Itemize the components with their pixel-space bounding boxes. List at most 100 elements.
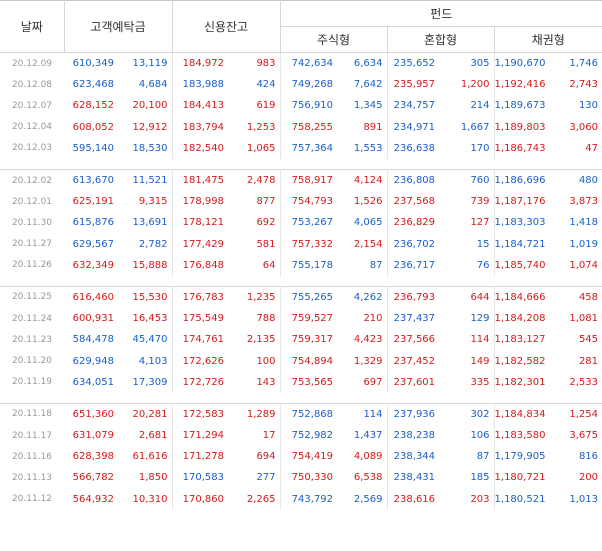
- mixed-change: 15: [439, 233, 495, 255]
- bond-change: 1,013: [569, 493, 599, 505]
- credit-change: 2,135: [228, 329, 281, 351]
- credit-change: 100: [228, 350, 281, 372]
- row-date: 20.11.17: [11, 430, 53, 441]
- group-spacer: [0, 393, 602, 404]
- bond-change: 1,254: [549, 402, 602, 425]
- stock-value: 742,634: [280, 52, 338, 75]
- credit-change: 17: [228, 425, 281, 447]
- credit-value: 177,429: [182, 238, 225, 250]
- bond-change: 458: [549, 285, 602, 309]
- row-date: 20.11.23: [11, 334, 53, 345]
- deposit-change: 4,684: [118, 74, 173, 96]
- mixed-change: 644: [439, 285, 495, 309]
- deposit-change: 17,309: [118, 371, 173, 393]
- stock-value: 757,364: [291, 142, 334, 154]
- row-date: 20.11.27: [11, 239, 53, 250]
- deposit-value: 564,932: [72, 493, 114, 505]
- table-row: 20.11.17 631,079 2,681 171,294 17 752,982 1,43…: [0, 425, 602, 447]
- mixed-value: 237,437: [393, 313, 436, 325]
- stock-change: 1,329: [337, 350, 388, 372]
- table-row: 20.12.07 628,152 20,100 184,413 619 756,910 1,…: [0, 95, 602, 117]
- stock-value: 758,255: [291, 121, 334, 133]
- row-date: 20.11.13: [11, 472, 53, 483]
- bond-change: 2,533: [569, 376, 599, 388]
- mixed-value: 234,757: [393, 100, 436, 112]
- table-row: 20.11.26 632,349 15,888 176,848 64 755,178 87 2…: [0, 254, 602, 276]
- credit-value: 172,583: [172, 402, 229, 425]
- bond-change: 545: [578, 334, 599, 346]
- deposit-change: 45,470: [118, 329, 173, 351]
- bond-change: 1,746: [549, 52, 602, 75]
- mixed-change: 149: [439, 350, 495, 372]
- bond-value: 1,187,176: [494, 196, 546, 208]
- deposit-value: 615,876: [72, 217, 114, 229]
- row-date: 20.11.18: [0, 402, 64, 425]
- mixed-value: 236,702: [393, 238, 436, 250]
- stock-change: 2,569: [337, 488, 388, 510]
- table-row: 20.12.04 608,052 12,912 183,794 1,253 758,255…: [0, 116, 602, 138]
- bond-change: 3,873: [569, 196, 599, 208]
- stock-value: 749,268: [291, 79, 334, 91]
- deposit-change: 2,782: [118, 233, 173, 255]
- mixed-value: 236,638: [393, 142, 436, 154]
- deposit-value: 629,567: [72, 238, 114, 250]
- table-row: 20.11.24 600,931 16,453 175,549 788 759,527 21…: [0, 308, 602, 330]
- header-credit-balance: 신용잔고: [172, 0, 281, 53]
- mixed-value: 235,957: [393, 79, 436, 91]
- stock-change: 6,634: [337, 52, 388, 75]
- bond-value: 1,192,416: [494, 79, 546, 91]
- mixed-value: 237,452: [393, 355, 436, 367]
- mixed-change: 170: [439, 137, 495, 159]
- credit-change: 1,065: [228, 137, 281, 159]
- bond-value: 1,180,721: [494, 472, 546, 484]
- bond-value: 1,183,580: [494, 430, 546, 442]
- deposit-value: 651,360: [64, 402, 118, 425]
- table-row: 20.11.13 566,782 1,850 170,583 277 750,330 6,5…: [0, 467, 602, 489]
- header-customer-deposit: 고객예탁금: [64, 0, 173, 53]
- mixed-change: 127: [439, 212, 495, 234]
- mixed-value: 237,936: [387, 402, 440, 425]
- bond-change: 3,675: [569, 430, 599, 442]
- deposit-value: 566,782: [72, 472, 114, 484]
- mixed-value: 236,808: [387, 168, 440, 192]
- mixed-change: 1,667: [439, 116, 495, 138]
- row-date: 20.12.02: [0, 168, 64, 192]
- bond-change: 200: [578, 472, 599, 484]
- credit-value: 176,783: [172, 285, 229, 309]
- mixed-change: 1,200: [439, 74, 495, 96]
- deposit-value: 632,349: [72, 259, 114, 271]
- deposit-value: 608,052: [72, 121, 114, 133]
- deposit-value: 584,478: [72, 334, 114, 346]
- credit-change: 424: [228, 74, 281, 96]
- stock-change: 4,423: [337, 329, 388, 351]
- bond-change: 1,081: [569, 313, 599, 325]
- stock-change: 4,262: [337, 285, 388, 309]
- stock-change: 6,538: [337, 467, 388, 489]
- credit-change: 277: [228, 467, 281, 489]
- stock-value: 755,265: [280, 285, 338, 309]
- bond-change: 130: [578, 100, 599, 112]
- stock-change: 114: [337, 402, 388, 425]
- bond-value: 1,184,721: [494, 238, 546, 250]
- deposit-change: 15,530: [118, 285, 173, 309]
- stock-change: 210: [337, 308, 388, 330]
- stock-value: 754,894: [291, 355, 334, 367]
- deposit-value: 610,349: [64, 52, 118, 75]
- credit-change: 788: [228, 308, 281, 330]
- credit-change: 983: [228, 52, 281, 75]
- bond-value: 1,184,208: [494, 313, 546, 325]
- bond-value: 1,184,666: [494, 285, 550, 309]
- bond-change: 3,060: [569, 121, 599, 133]
- stock-value: 753,565: [291, 376, 334, 388]
- credit-value: 174,761: [182, 334, 225, 346]
- deposit-change: 12,912: [118, 116, 173, 138]
- credit-value: 183,794: [182, 121, 225, 133]
- mixed-change: 114: [439, 329, 495, 351]
- credit-value: 181,475: [172, 168, 229, 192]
- stock-value: 757,332: [291, 238, 334, 250]
- credit-change: 2,265: [228, 488, 281, 510]
- bond-change: 480: [549, 168, 602, 192]
- credit-change: 2,478: [228, 168, 281, 192]
- row-date: 20.12.04: [11, 122, 53, 133]
- stock-change: 87: [337, 254, 388, 276]
